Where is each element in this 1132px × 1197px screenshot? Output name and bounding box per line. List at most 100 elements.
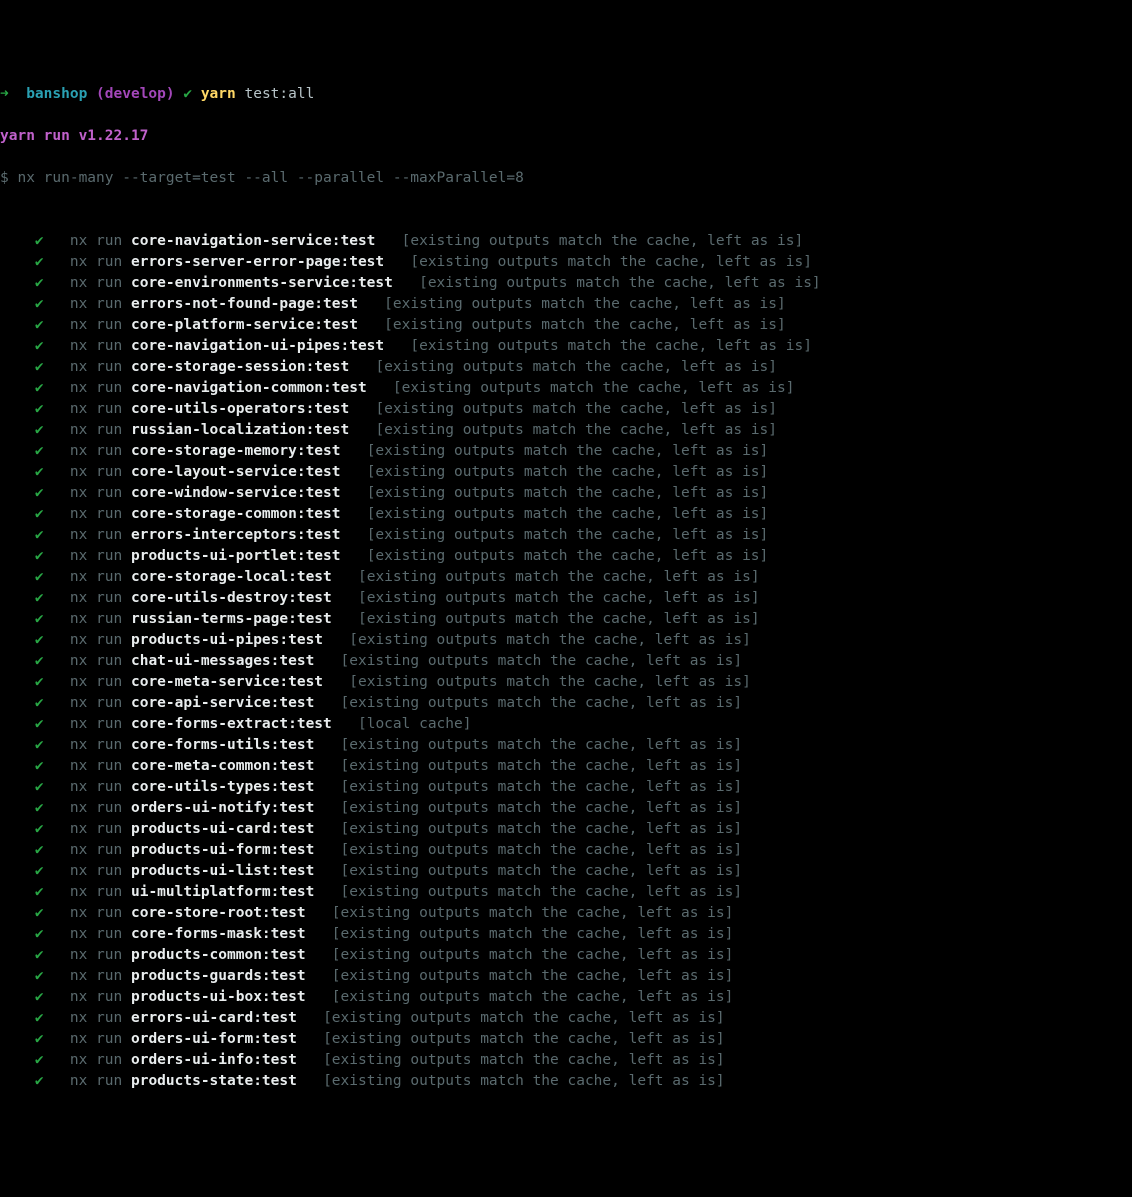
check-icon: ✔	[35, 464, 44, 480]
cache-message: [existing outputs match the cache, left …	[341, 842, 743, 858]
cache-message: [existing outputs match the cache, left …	[410, 338, 812, 354]
task-name: core-storage-memory:test	[131, 443, 341, 459]
task-name: core-navigation-ui-pipes:test	[131, 338, 384, 354]
cache-message: [existing outputs match the cache, left …	[323, 1010, 725, 1026]
task-row: ✔ nx run products-ui-pipes:test [existin…	[0, 630, 1132, 651]
check-icon: ✔	[35, 989, 44, 1005]
cache-message: [existing outputs match the cache, left …	[341, 653, 743, 669]
task-row: ✔ nx run core-platform-service:test [exi…	[0, 315, 1132, 336]
cache-message: [existing outputs match the cache, left …	[402, 233, 804, 249]
nx-run-label: nx run	[70, 464, 122, 480]
nx-command: nx run-many --target=test --all --parall…	[17, 170, 523, 186]
cache-message: [existing outputs match the cache, left …	[367, 443, 769, 459]
nx-run-label: nx run	[70, 758, 122, 774]
nx-run-label: nx run	[70, 590, 122, 606]
task-name: chat-ui-messages:test	[131, 653, 314, 669]
nx-run-label: nx run	[70, 359, 122, 375]
task-row: ✔ nx run core-forms-utils:test [existing…	[0, 735, 1132, 756]
check-icon: ✔	[35, 653, 44, 669]
task-name: products-ui-list:test	[131, 863, 314, 879]
task-name: core-window-service:test	[131, 485, 341, 501]
nx-command-prefix: $	[0, 170, 17, 186]
cache-message: [existing outputs match the cache, left …	[367, 548, 769, 564]
task-row: ✔ nx run core-navigation-ui-pipes:test […	[0, 336, 1132, 357]
cache-message: [existing outputs match the cache, left …	[341, 863, 743, 879]
cache-message: [existing outputs match the cache, left …	[375, 359, 777, 375]
task-name: core-navigation-service:test	[131, 233, 375, 249]
cache-message: [existing outputs match the cache, left …	[367, 464, 769, 480]
cache-message: [existing outputs match the cache, left …	[323, 1052, 725, 1068]
cache-message: [existing outputs match the cache, left …	[358, 569, 760, 585]
task-row: ✔ nx run core-navigation-common:test [ex…	[0, 378, 1132, 399]
task-row: ✔ nx run errors-interceptors:test [exist…	[0, 525, 1132, 546]
check-icon: ✔	[35, 275, 44, 291]
task-row: ✔ nx run chat-ui-messages:test [existing…	[0, 651, 1132, 672]
nx-run-label: nx run	[70, 737, 122, 753]
cache-message: [existing outputs match the cache, left …	[375, 401, 777, 417]
check-icon: ✔	[35, 1031, 44, 1047]
git-branch: develop	[105, 86, 166, 102]
check-icon: ✔	[35, 695, 44, 711]
check-icon: ✔	[35, 863, 44, 879]
nx-run-label: nx run	[70, 779, 122, 795]
cache-message: [existing outputs match the cache, left …	[375, 422, 777, 438]
task-row: ✔ nx run orders-ui-notify:test [existing…	[0, 798, 1132, 819]
cache-message: [existing outputs match the cache, left …	[349, 632, 751, 648]
task-row: ✔ nx run core-meta-common:test [existing…	[0, 756, 1132, 777]
check-icon: ✔	[35, 737, 44, 753]
task-name: core-forms-extract:test	[131, 716, 332, 732]
nx-run-label: nx run	[70, 254, 122, 270]
cache-message: [existing outputs match the cache, left …	[323, 1073, 725, 1089]
nx-run-label: nx run	[70, 989, 122, 1005]
task-row: ✔ nx run orders-ui-form:test [existing o…	[0, 1029, 1132, 1050]
task-name: core-meta-service:test	[131, 674, 323, 690]
git-status-icon: ✔	[183, 86, 192, 102]
nx-run-label: nx run	[70, 569, 122, 585]
nx-run-label: nx run	[70, 317, 122, 333]
cache-message: [existing outputs match the cache, left …	[332, 905, 734, 921]
check-icon: ✔	[35, 926, 44, 942]
cache-message: [existing outputs match the cache, left …	[332, 968, 734, 984]
check-icon: ✔	[35, 632, 44, 648]
task-row: ✔ nx run products-guards:test [existing …	[0, 966, 1132, 987]
nx-run-label: nx run	[70, 275, 122, 291]
check-icon: ✔	[35, 800, 44, 816]
nx-run-label: nx run	[70, 1073, 122, 1089]
nx-run-label: nx run	[70, 926, 122, 942]
task-name: core-platform-service:test	[131, 317, 358, 333]
task-output: ✔ nx run core-navigation-service:test [e…	[0, 231, 1132, 1092]
task-name: core-storage-local:test	[131, 569, 332, 585]
task-name: core-utils-types:test	[131, 779, 314, 795]
task-name: products-ui-form:test	[131, 842, 314, 858]
task-name: core-storage-session:test	[131, 359, 349, 375]
task-name: products-guards:test	[131, 968, 306, 984]
task-row: ✔ nx run products-ui-card:test [existing…	[0, 819, 1132, 840]
check-icon: ✔	[35, 884, 44, 900]
task-name: products-ui-portlet:test	[131, 548, 341, 564]
check-icon: ✔	[35, 947, 44, 963]
task-row: ✔ nx run products-ui-box:test [existing …	[0, 987, 1132, 1008]
check-icon: ✔	[35, 401, 44, 417]
task-name: core-meta-common:test	[131, 758, 314, 774]
nx-run-label: nx run	[70, 485, 122, 501]
nx-run-label: nx run	[70, 548, 122, 564]
nx-run-label: nx run	[70, 338, 122, 354]
task-row: ✔ nx run russian-terms-page:test [existi…	[0, 609, 1132, 630]
task-name: errors-server-error-page:test	[131, 254, 384, 270]
task-row: ✔ nx run core-environments-service:test …	[0, 273, 1132, 294]
check-icon: ✔	[35, 233, 44, 249]
check-icon: ✔	[35, 1052, 44, 1068]
nx-run-label: nx run	[70, 947, 122, 963]
cache-message: [existing outputs match the cache, left …	[384, 317, 786, 333]
nx-run-label: nx run	[70, 884, 122, 900]
nx-run-label: nx run	[70, 380, 122, 396]
cache-message: [existing outputs match the cache, left …	[341, 695, 743, 711]
nx-run-label: nx run	[70, 527, 122, 543]
git-paren-close: )	[166, 86, 175, 102]
command-args: test:all	[244, 86, 314, 102]
task-name: core-forms-mask:test	[131, 926, 306, 942]
nx-run-label: nx run	[70, 296, 122, 312]
nx-run-label: nx run	[70, 800, 122, 816]
git-paren-open: (	[96, 86, 105, 102]
task-row: ✔ nx run core-storage-local:test [existi…	[0, 567, 1132, 588]
